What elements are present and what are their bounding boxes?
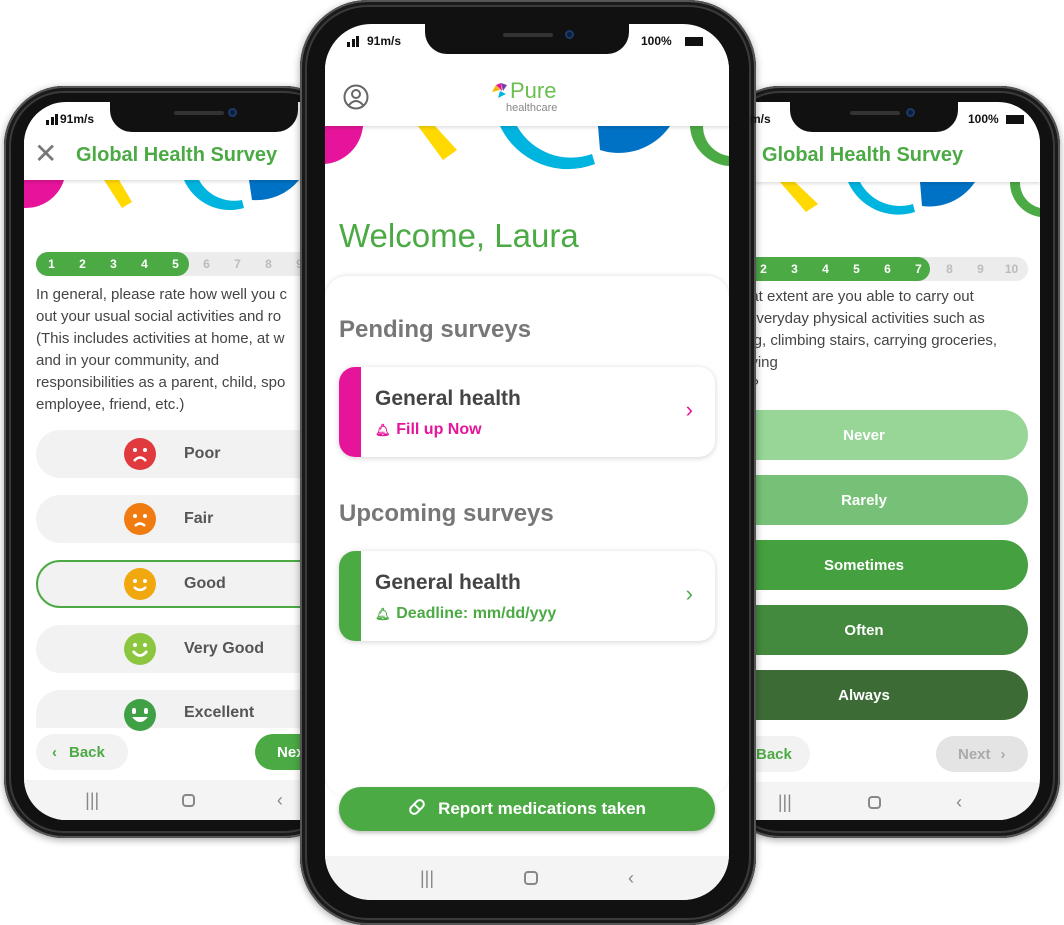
option-never[interactable]: Never	[720, 410, 1028, 460]
battery-icon	[685, 37, 703, 46]
step-5: 5	[172, 257, 179, 271]
android-nav-bar: ||| ‹	[24, 780, 344, 820]
frown-face-icon	[124, 503, 156, 535]
pending-survey-card[interactable]: General health 🔔︎ Fill up Now ›	[339, 367, 715, 457]
battery-icon	[1006, 115, 1024, 124]
option-often[interactable]: Often	[720, 605, 1028, 655]
bell-icon: 🔔︎	[375, 607, 391, 621]
signal-icon	[347, 36, 359, 47]
chevron-right-icon: ›	[1000, 745, 1006, 763]
network-speed: 91m/s	[60, 112, 95, 126]
step-3: 3	[791, 262, 798, 276]
option-poor[interactable]: Poor	[36, 430, 344, 478]
step-1: 1	[48, 257, 55, 271]
decorative-shapes	[325, 126, 729, 171]
home-icon[interactable]	[524, 871, 538, 885]
upcoming-accent-bar	[339, 551, 361, 641]
sad-face-icon	[124, 438, 156, 470]
bell-icon: 🔔︎	[375, 423, 391, 437]
android-nav-bar: ||| ‹	[720, 782, 1040, 820]
smile-face-icon	[124, 568, 156, 600]
step-6: 6	[884, 262, 891, 276]
step-3: 3	[110, 257, 117, 271]
back-icon[interactable]: ‹	[277, 790, 283, 811]
upcoming-surveys-title: Upcoming surveys	[339, 500, 554, 527]
progress-indicator: 1 2 3 4 5 6 7 8 9	[36, 252, 344, 276]
back-button[interactable]: ‹ Back	[36, 734, 128, 770]
step-2: 2	[79, 257, 86, 271]
pending-accent-bar	[339, 367, 361, 457]
step-8: 8	[946, 262, 953, 276]
survey-title: Global Health Survey	[762, 144, 964, 166]
right-phone-screen: m/s 100% Global Health Survey 2 3 4 5 6 …	[720, 102, 1040, 820]
step-8: 8	[265, 257, 272, 271]
profile-icon[interactable]	[343, 84, 369, 115]
right-phone: m/s 100% Global Health Survey 2 3 4 5 6 …	[720, 86, 1060, 838]
home-icon[interactable]	[867, 795, 881, 809]
notch	[790, 102, 958, 132]
step-5: 5	[853, 262, 860, 276]
signal-icon	[46, 114, 58, 125]
report-medications-button[interactable]: Report medications taken	[339, 787, 715, 831]
notch	[110, 102, 298, 132]
home-icon[interactable]	[181, 793, 195, 807]
step-4: 4	[141, 257, 148, 271]
progress-indicator: 2 3 4 5 6 7 8 9 10	[748, 257, 1028, 281]
chevron-right-icon: ›	[685, 397, 693, 422]
option-very-good[interactable]: Very Good	[36, 625, 344, 673]
next-button[interactable]: Next ›	[936, 736, 1028, 772]
option-excellent[interactable]: Excellent	[36, 690, 344, 731]
battery-percent: 100%	[968, 112, 999, 126]
grin-face-icon	[124, 699, 156, 731]
welcome-heading: Welcome, Laura	[339, 217, 579, 254]
step-7: 7	[915, 262, 922, 276]
option-fair[interactable]: Fair	[36, 495, 344, 543]
decorative-shapes	[720, 182, 1040, 222]
back-icon[interactable]: ‹	[628, 868, 634, 889]
option-rarely[interactable]: Rarely	[720, 475, 1028, 525]
survey-title: Global Health Survey	[76, 144, 278, 166]
surveys-panel	[325, 276, 729, 796]
android-nav-bar: ||| ‹	[325, 856, 729, 900]
battery-percent: 100%	[641, 34, 672, 48]
bird-logo-icon	[492, 83, 507, 98]
network-speed: m/s	[750, 112, 771, 126]
chevron-right-icon: ›	[685, 581, 693, 606]
chevron-left-icon: ‹	[52, 743, 57, 761]
question-text: In general, please rate how well you c o…	[36, 286, 287, 413]
upcoming-survey-card[interactable]: General health 🔔︎ Deadline: mm/dd/yyy ›	[339, 551, 715, 641]
notch	[425, 24, 629, 54]
step-4: 4	[822, 262, 829, 276]
center-phone-screen: 91m/s 100% Pure healthcare Welcome, Laur…	[325, 24, 729, 900]
network-speed: 91m/s	[367, 34, 402, 48]
center-phone: 91m/s 100% Pure healthcare Welcome, Laur…	[300, 0, 756, 925]
close-icon[interactable]: ✕	[34, 140, 57, 168]
question-text: hat extent are you able to carry out eve…	[742, 288, 998, 393]
step-6: 6	[203, 257, 210, 271]
option-good[interactable]: Good	[36, 560, 344, 608]
happy-face-icon	[124, 633, 156, 665]
left-phone-screen: 91m/s 10 ✕ Global Health Survey 1 2 3 4 …	[24, 102, 344, 820]
pending-surveys-title: Pending surveys	[339, 316, 532, 343]
pill-icon	[408, 798, 426, 821]
back-icon[interactable]: ‹	[956, 792, 962, 813]
option-always[interactable]: Always	[720, 670, 1028, 720]
app-header: Pure healthcare	[325, 54, 729, 126]
option-sometimes[interactable]: Sometimes	[720, 540, 1028, 590]
recent-apps-icon[interactable]: |||	[420, 868, 434, 889]
recent-apps-icon[interactable]: |||	[85, 790, 99, 811]
left-phone: 91m/s 10 ✕ Global Health Survey 1 2 3 4 …	[4, 86, 344, 838]
recent-apps-icon[interactable]: |||	[778, 792, 792, 813]
step-9: 9	[977, 262, 984, 276]
decorative-shapes	[24, 180, 344, 220]
survey-header: Global Health Survey	[720, 130, 1040, 182]
survey-header: ✕ Global Health Survey	[24, 130, 344, 180]
step-7: 7	[234, 257, 241, 271]
step-10: 10	[1004, 262, 1019, 276]
pure-healthcare-logo: Pure healthcare	[490, 78, 570, 116]
